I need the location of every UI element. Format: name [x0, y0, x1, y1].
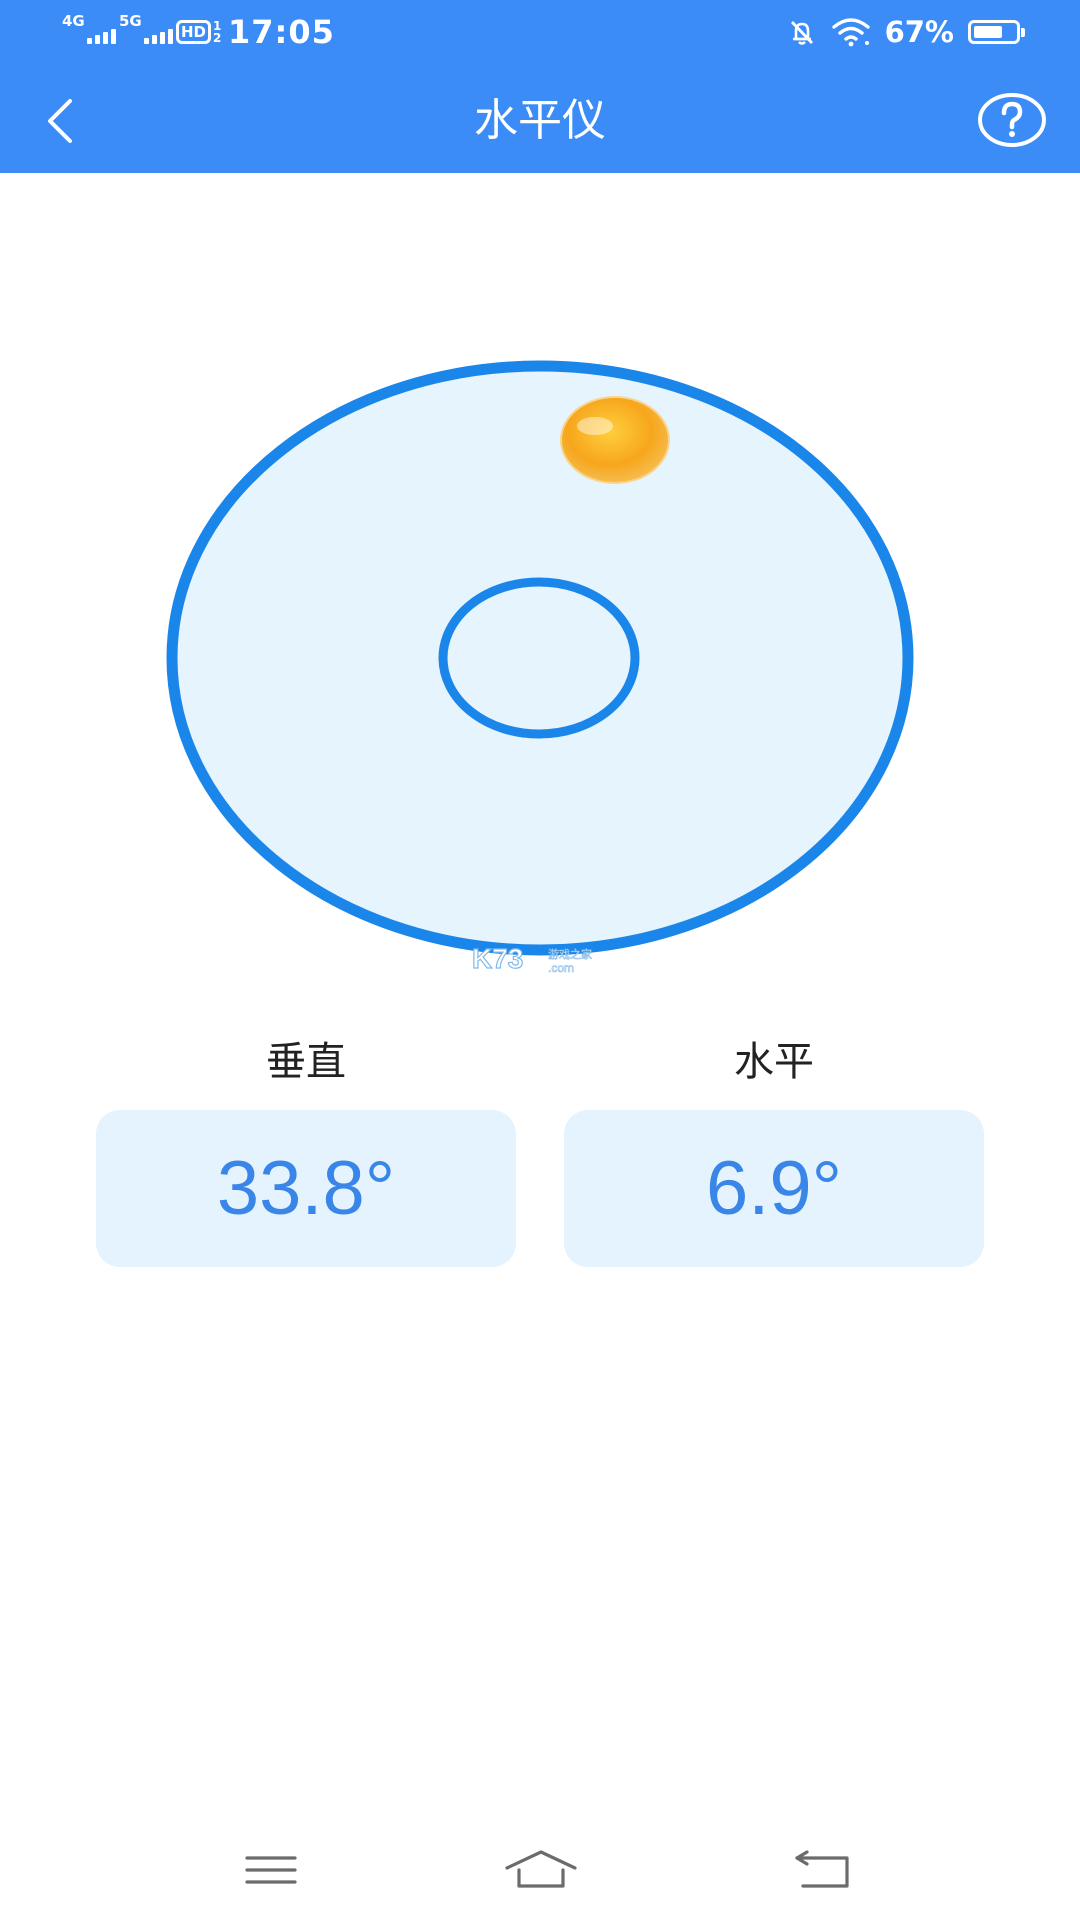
nav-menu-button[interactable] [211, 1840, 331, 1900]
question-circle-icon [978, 93, 1046, 147]
signal-5g-icon: 5G [119, 14, 173, 48]
watermark-cn: 游戏之家 [548, 947, 592, 961]
level-outer-ring [166, 360, 914, 956]
battery-icon [968, 20, 1025, 44]
horizontal-value: 6.9° [705, 1146, 843, 1231]
horizontal-label: 水平 [734, 1039, 814, 1085]
network-type-5g: 5G [119, 12, 142, 30]
help-button[interactable] [977, 91, 1047, 149]
page-title: 水平仪 [474, 95, 606, 146]
vertical-value-box: 33.8° [96, 1110, 516, 1267]
nav-back-button[interactable] [763, 1840, 883, 1900]
wifi-icon [831, 18, 870, 47]
home-icon [505, 1850, 577, 1888]
app-header: 4G 5G HD 1 2 17:05 67% 水平仪 [0, 0, 1080, 173]
level-bubble [560, 396, 670, 484]
hd-label: HD [176, 20, 212, 44]
hd-voice-icon: HD 1 2 [176, 20, 221, 44]
watermark-domain: .com [548, 961, 574, 975]
status-bar: 4G 5G HD 1 2 17:05 67% [0, 0, 1080, 64]
vertical-label: 垂直 [266, 1039, 346, 1085]
horizontal-value-box: 6.9° [564, 1110, 984, 1267]
bubble-level [165, 358, 915, 958]
vertical-value: 33.8° [216, 1146, 396, 1231]
back-icon [795, 1850, 849, 1888]
battery-percent: 67% [884, 15, 954, 49]
k73-watermark: K73 游戏之家 .com [470, 938, 610, 978]
alarm-off-icon [790, 21, 813, 45]
menu-icon [245, 1856, 297, 1884]
network-type-4g: 4G [62, 12, 85, 30]
watermark-brand: K73 [472, 943, 523, 974]
hd-sub-bottom: 2 [213, 31, 222, 45]
signal-4g-icon: 4G [62, 14, 116, 48]
status-time: 17:05 [228, 13, 335, 51]
nav-home-button[interactable] [481, 1840, 601, 1900]
